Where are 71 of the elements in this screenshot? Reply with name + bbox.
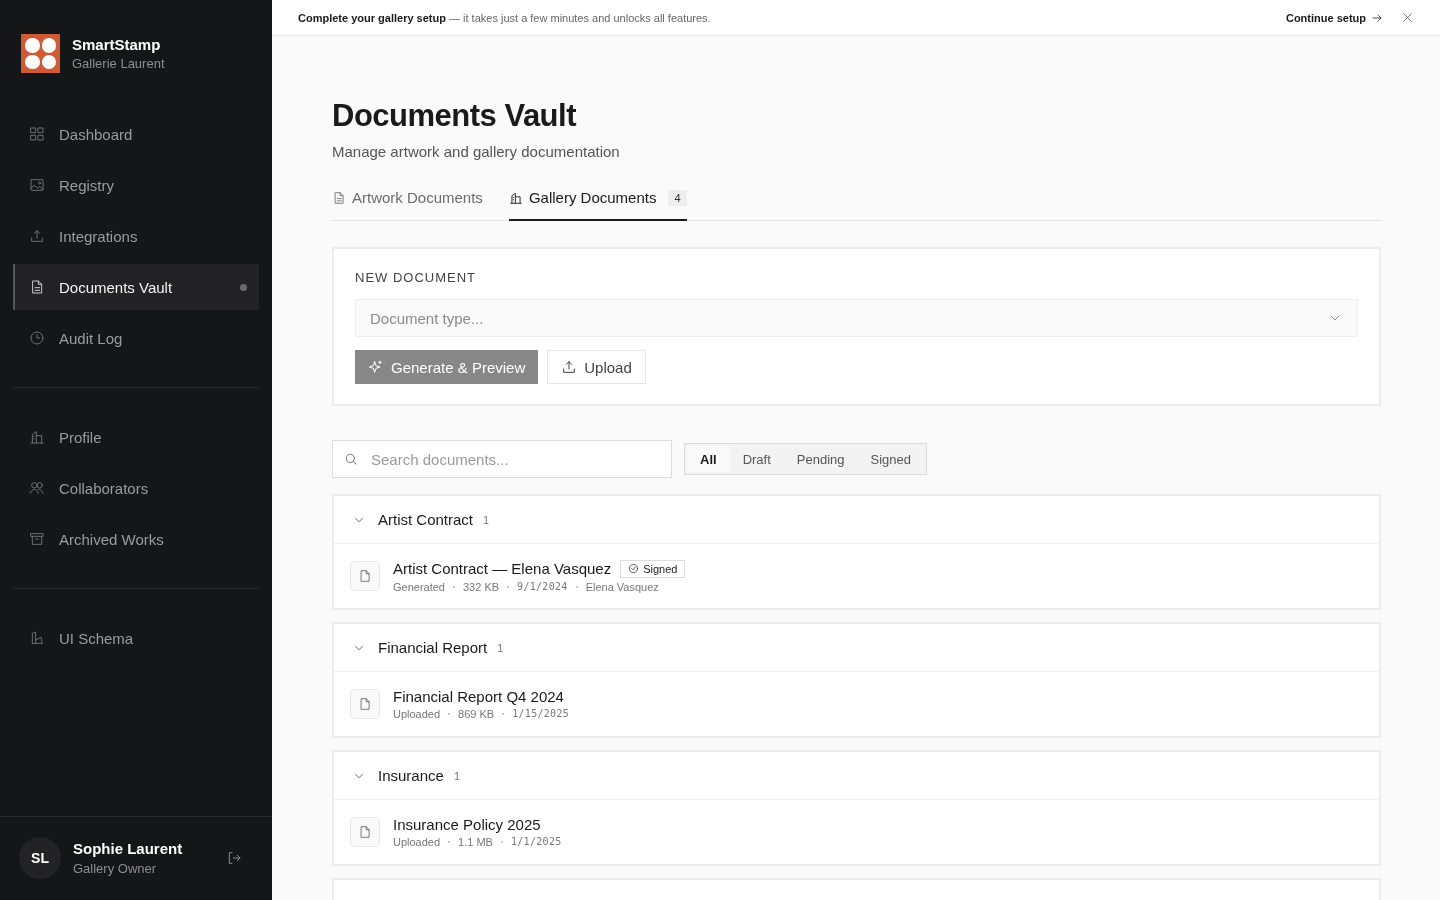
avatar: SL xyxy=(19,837,61,879)
search-field[interactable]: Search documents... xyxy=(332,440,672,478)
file-icon xyxy=(350,561,380,591)
document-meta: 1.1 MB xyxy=(458,836,493,848)
nav-item[interactable]: Documents Vault xyxy=(13,264,259,310)
group-title: Insurance xyxy=(378,767,444,784)
user-name: Sophie Laurent xyxy=(73,840,184,857)
group-header[interactable]: Insurance 1 xyxy=(334,752,1379,800)
document-title[interactable]: Artist Contract — Elena Vasquez xyxy=(393,560,612,577)
group-title: Financial Report xyxy=(378,639,488,656)
upload-icon xyxy=(29,228,45,244)
image-icon xyxy=(29,177,45,193)
document-meta: Uploaded xyxy=(393,708,441,720)
nav-item[interactable]: Audit Log xyxy=(13,315,259,361)
nav-item[interactable]: UI Schema xyxy=(13,615,259,661)
nav-item[interactable]: Collaborators xyxy=(13,465,259,511)
document-meta: 1/1/2025 xyxy=(510,836,562,848)
document-meta: Generated xyxy=(393,580,445,593)
tab[interactable]: Artwork Documents xyxy=(332,189,483,221)
page-title: Documents Vault xyxy=(332,98,578,134)
nav-item[interactable]: Integrations xyxy=(13,213,259,259)
sparkle-icon xyxy=(368,359,384,375)
schema-icon xyxy=(29,630,45,646)
document-meta: Elena Vasquez xyxy=(585,580,659,593)
group-count: 1 xyxy=(483,513,490,526)
document-title[interactable]: Insurance Policy 2025 xyxy=(393,816,541,833)
logo-icon xyxy=(21,34,60,73)
file-icon xyxy=(350,817,380,847)
count-badge: 4 xyxy=(668,189,687,206)
continue-setup-link[interactable]: Continue setup xyxy=(1285,11,1383,24)
file-icon xyxy=(350,689,380,719)
document-icon xyxy=(332,190,346,205)
search-icon xyxy=(344,452,358,466)
filter-option[interactable]: All xyxy=(687,446,730,472)
filter-option[interactable]: Draft xyxy=(729,446,784,472)
upload-button[interactable]: Upload xyxy=(547,350,646,384)
group-header[interactable]: Financial Report 1 xyxy=(334,624,1379,672)
logout-icon[interactable] xyxy=(226,850,242,866)
document-meta: 1/15/2025 xyxy=(512,708,570,720)
app-name: SmartStamp xyxy=(72,36,162,53)
gallery-name: Gallerie Laurent xyxy=(72,56,165,71)
document-icon xyxy=(29,279,45,295)
section-label: NEW DOCUMENT xyxy=(355,270,478,285)
setup-banner-text: Complete your gallery setup — it takes just a few minutes and unlocks all features. xyxy=(298,11,712,24)
group-header[interactable]: Artist Contract 1 xyxy=(334,496,1379,544)
close-icon[interactable] xyxy=(1401,11,1414,24)
group-title: Artist Contract xyxy=(378,511,474,528)
tab[interactable]: Gallery Documents 4 xyxy=(508,189,687,221)
upload-icon xyxy=(561,359,578,375)
filter-option[interactable]: Signed xyxy=(857,446,924,472)
nav-item[interactable]: Registry xyxy=(13,162,259,208)
group-count: 1 xyxy=(453,769,460,782)
nav-item[interactable]: Profile xyxy=(13,414,259,460)
document-meta: Uploaded xyxy=(393,836,441,848)
clock-icon xyxy=(29,330,45,346)
document-meta: 9/1/2024 xyxy=(517,580,568,593)
user-role: Gallery Owner xyxy=(73,861,158,876)
status-badge: Signed xyxy=(620,559,686,578)
document-title[interactable]: Financial Report Q4 2024 xyxy=(393,688,564,705)
group-count: 1 xyxy=(497,641,504,654)
users-icon xyxy=(29,480,45,496)
document-meta: 869 KB xyxy=(458,708,495,720)
nav-item[interactable]: Dashboard xyxy=(13,111,259,157)
filter-option[interactable]: Pending xyxy=(783,446,858,472)
building-icon xyxy=(29,429,45,445)
document-meta: 332 KB xyxy=(463,580,500,593)
nav-item[interactable]: Archived Works xyxy=(13,516,259,562)
building-icon xyxy=(508,190,523,205)
archive-icon xyxy=(29,531,45,547)
grid-icon xyxy=(29,126,45,142)
page-subtitle: Manage artwork and gallery documentation xyxy=(332,143,621,160)
